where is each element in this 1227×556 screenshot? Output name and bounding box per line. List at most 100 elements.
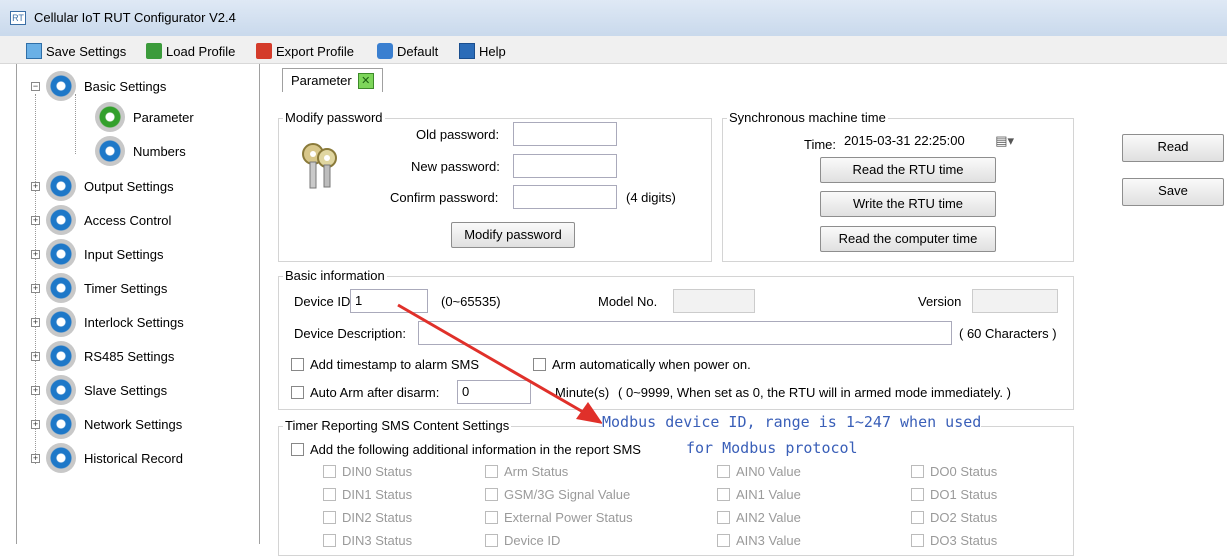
expand-icon[interactable]: + <box>31 215 40 225</box>
checkbox-box[interactable] <box>323 465 336 478</box>
device-id-checkbox[interactable]: Device ID <box>485 533 560 548</box>
confirm-password-input[interactable] <box>513 185 617 209</box>
read-button[interactable]: Read <box>1122 134 1224 162</box>
annotation-text-line1: Modbus device ID, range is 1~247 when us… <box>602 413 982 431</box>
checkbox-box[interactable] <box>485 511 498 524</box>
checkbox-box[interactable] <box>717 488 730 501</box>
expand-icon[interactable]: + <box>31 385 40 395</box>
din1-status-checkbox[interactable]: DIN1 Status <box>323 487 412 502</box>
expand-icon[interactable]: + <box>31 181 40 191</box>
expand-icon[interactable]: + <box>31 419 40 429</box>
tab-parameter[interactable]: Parameter ✕ <box>282 68 383 92</box>
ain1-value-checkbox[interactable]: AIN1 Value <box>717 487 801 502</box>
write-rtu-time-button[interactable]: Write the RTU time <box>820 191 996 217</box>
checkbox-box[interactable] <box>911 511 924 524</box>
default-menu[interactable]: Default <box>377 41 438 61</box>
checkbox-label: GSM/3G Signal Value <box>504 487 631 502</box>
save-button[interactable]: Save <box>1122 178 1224 206</box>
checkbox-box[interactable] <box>911 465 924 478</box>
tree-item-timer-settings[interactable]: + Timer Settings <box>31 273 167 303</box>
expand-icon[interactable]: + <box>31 453 40 463</box>
app-icon: RT <box>10 11 26 25</box>
old-password-input[interactable] <box>513 122 617 146</box>
ain3-value-checkbox[interactable]: AIN3 Value <box>717 533 801 548</box>
din2-status-checkbox[interactable]: DIN2 Status <box>323 510 412 525</box>
checkbox-box[interactable] <box>717 465 730 478</box>
ain2-value-checkbox[interactable]: AIN2 Value <box>717 510 801 525</box>
read-rtu-time-button[interactable]: Read the RTU time <box>820 157 996 183</box>
do1-status-checkbox[interactable]: DO1 Status <box>911 487 997 502</box>
close-icon[interactable]: ✕ <box>357 72 374 89</box>
tree-item-input-settings[interactable]: + Input Settings <box>31 239 164 269</box>
annotation-text-line2: for Modbus protocol <box>686 439 858 457</box>
do0-status-checkbox[interactable]: DO0 Status <box>911 464 997 479</box>
tab-bar: Parameter ✕ <box>280 64 1220 94</box>
checkbox-box[interactable] <box>717 534 730 547</box>
add-timestamp-checkbox[interactable]: Add timestamp to alarm SMS <box>291 357 479 372</box>
checkbox-box[interactable] <box>291 443 304 456</box>
checkbox-box[interactable] <box>717 511 730 524</box>
checkbox-box[interactable] <box>323 488 336 501</box>
gsm-signal-checkbox[interactable]: GSM/3G Signal Value <box>485 487 630 502</box>
tree-item-slave-settings[interactable]: + Slave Settings <box>31 375 167 405</box>
new-password-input[interactable] <box>513 154 617 178</box>
checkbox-label: Auto Arm after disarm: <box>310 385 440 400</box>
tree-item-rs485-settings[interactable]: + RS485 Settings <box>31 341 174 371</box>
external-power-checkbox[interactable]: External Power Status <box>485 510 633 525</box>
expand-icon[interactable]: + <box>31 351 40 361</box>
checkbox-box[interactable] <box>911 488 924 501</box>
checkbox-box[interactable] <box>323 534 336 547</box>
collapse-icon[interactable]: − <box>31 81 40 91</box>
tree-item-output-settings[interactable]: + Output Settings <box>31 171 174 201</box>
checkbox-box[interactable] <box>291 386 304 399</box>
modify-password-button[interactable]: Modify password <box>451 222 575 248</box>
din0-status-checkbox[interactable]: DIN0 Status <box>323 464 412 479</box>
tree-item-parameter[interactable]: Parameter <box>95 102 194 132</box>
checkbox-box[interactable] <box>485 465 498 478</box>
checkbox-box[interactable] <box>291 358 304 371</box>
export-profile-menu[interactable]: Export Profile <box>256 41 354 61</box>
checkbox-box[interactable] <box>533 358 546 371</box>
arm-on-power-checkbox[interactable]: Arm automatically when power on. <box>533 357 751 372</box>
do3-status-checkbox[interactable]: DO3 Status <box>911 533 997 548</box>
tree-item-access-control[interactable]: + Access Control <box>31 205 171 235</box>
checkbox-label: AIN2 Value <box>736 510 801 525</box>
tree-item-historical-record[interactable]: + Historical Record <box>31 443 183 473</box>
tree-item-network-settings[interactable]: + Network Settings <box>31 409 182 439</box>
load-icon <box>146 43 162 59</box>
auto-arm-after-disarm-checkbox[interactable]: Auto Arm after disarm: <box>291 385 439 400</box>
help-menu[interactable]: Help <box>459 41 506 61</box>
expand-icon[interactable]: + <box>31 249 40 259</box>
load-profile-menu[interactable]: Load Profile <box>146 41 235 61</box>
tree-item-numbers[interactable]: Numbers <box>95 136 186 166</box>
checkbox-box[interactable] <box>485 488 498 501</box>
checkbox-box[interactable] <box>911 534 924 547</box>
calendar-dropdown-icon[interactable]: ▤▾ <box>995 131 1014 151</box>
tree-item-interlock-settings[interactable]: + Interlock Settings <box>31 307 184 337</box>
checkbox-label: DO0 Status <box>930 464 998 479</box>
gear-icon <box>46 341 76 371</box>
ain0-value-checkbox[interactable]: AIN0 Value <box>717 464 801 479</box>
tree-item-basic-settings[interactable]: − Basic Settings <box>31 71 166 101</box>
group-title: Basic information <box>283 268 387 283</box>
checkbox-label: AIN0 Value <box>736 464 801 479</box>
time-picker[interactable]: 2015-03-31 22:25:00 ▤▾ <box>840 131 1018 153</box>
arm-status-checkbox[interactable]: Arm Status <box>485 464 568 479</box>
checkbox-box[interactable] <box>323 511 336 524</box>
read-computer-time-button[interactable]: Read the computer time <box>820 226 996 252</box>
gear-icon <box>46 239 76 269</box>
add-additional-info-checkbox[interactable]: Add the following additional information… <box>291 442 641 457</box>
din3-status-checkbox[interactable]: DIN3 Status <box>323 533 412 548</box>
checkbox-box[interactable] <box>485 534 498 547</box>
save-icon <box>26 43 42 59</box>
version-label: Version <box>918 294 962 309</box>
save-settings-menu[interactable]: Save Settings <box>26 41 126 61</box>
expand-icon[interactable]: + <box>31 283 40 293</box>
auto-arm-minutes-input[interactable]: 0 <box>457 380 531 404</box>
expand-icon[interactable]: + <box>31 317 40 327</box>
do2-status-checkbox[interactable]: DO2 Status <box>911 510 997 525</box>
group-title: Modify password <box>283 110 385 125</box>
device-id-input[interactable]: 1 <box>350 289 428 313</box>
checkbox-label: DIN3 Status <box>342 533 413 548</box>
device-description-input[interactable] <box>418 321 952 345</box>
